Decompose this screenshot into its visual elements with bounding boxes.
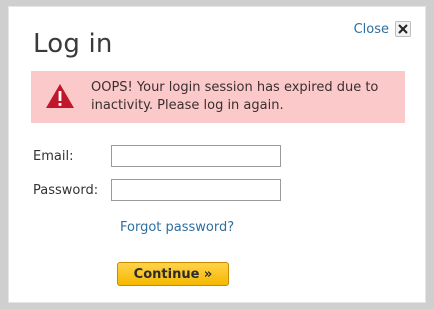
forgot-password-link[interactable]: Forgot password? [120,220,234,235]
email-field[interactable] [111,145,281,167]
email-row: Email: [33,145,281,167]
close-button[interactable]: Close [354,21,411,37]
continue-button[interactable]: Continue » [117,262,229,286]
alert-message: OOPS! Your login session has expired due… [91,80,379,113]
password-field[interactable] [111,179,281,201]
login-dialog: Log in Close OOPS! Your login session ha… [8,6,426,303]
warning-triangle-icon [46,84,74,108]
password-row: Password: [33,179,281,201]
password-label: Password: [33,182,99,198]
dialog-title: Log in [33,29,113,59]
close-x-icon[interactable] [395,21,411,37]
close-x-glyph [398,24,408,34]
error-alert: OOPS! Your login session has expired due… [31,71,405,123]
close-label[interactable]: Close [354,22,389,37]
email-label: Email: [33,148,74,164]
